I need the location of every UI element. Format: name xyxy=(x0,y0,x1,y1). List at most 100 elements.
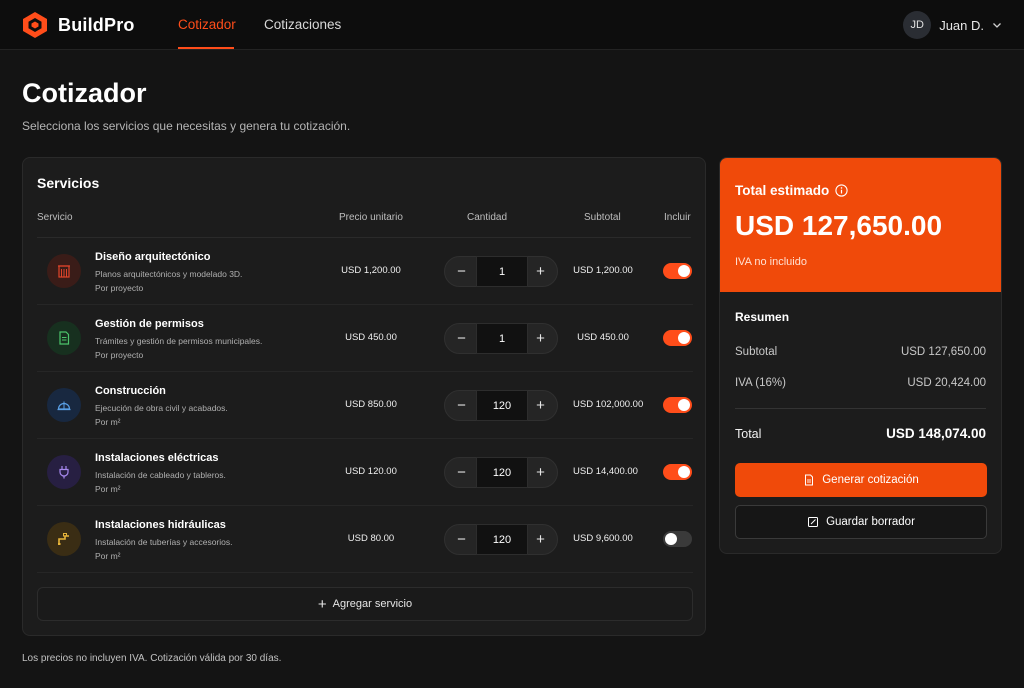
service-icon xyxy=(47,388,81,422)
quantity-stepper: −+ xyxy=(444,457,558,488)
quantity-stepper: −+ xyxy=(444,256,558,287)
quantity-input[interactable] xyxy=(476,390,528,421)
unit-price: USD 1,200.00 xyxy=(341,265,401,276)
services-title: Servicios xyxy=(37,175,100,191)
generate-quote-button[interactable]: Generar cotización xyxy=(735,463,987,497)
service-icon xyxy=(47,455,81,489)
chevron-down-icon xyxy=(993,23,1001,28)
tax-note: IVA no incluido xyxy=(735,256,807,268)
page-subtitle: Selecciona los servicios que necesitas y… xyxy=(22,119,351,133)
total-banner: Total estimado USD 127,650.00 IVA no inc… xyxy=(720,158,1001,292)
service-unit: Por m² xyxy=(95,417,121,427)
brand[interactable]: BuildPro xyxy=(22,11,135,39)
service-icon xyxy=(47,522,81,556)
decrement-button[interactable]: − xyxy=(446,391,477,420)
tab-cotizador[interactable]: Cotizador xyxy=(178,17,236,32)
brand-name: BuildPro xyxy=(58,14,135,35)
include-toggle[interactable] xyxy=(663,397,692,413)
summary-tax-value: USD 20,424.00 xyxy=(907,377,986,389)
quantity-stepper: −+ xyxy=(444,390,558,421)
active-tab-indicator xyxy=(178,47,234,49)
toggle-knob xyxy=(678,332,690,344)
user-menu[interactable]: JD Juan D. xyxy=(903,11,1002,39)
summary-subtotal-value: USD 127,650.00 xyxy=(900,346,986,358)
unit-price: USD 120.00 xyxy=(345,466,397,477)
summary-tax-label: IVA (16%) xyxy=(735,377,786,389)
quantity-input[interactable] xyxy=(476,457,528,488)
quantity-input[interactable] xyxy=(476,524,528,555)
tab-cotizaciones[interactable]: Cotizaciones xyxy=(264,17,341,32)
row-subtotal: USD 14,400.00 xyxy=(573,466,638,477)
toggle-knob xyxy=(678,466,690,478)
column-header-unit-price: Precio unitario xyxy=(339,212,403,223)
increment-button[interactable]: + xyxy=(525,525,556,554)
service-description: Planos arquitectónicos y modelado 3D. xyxy=(95,269,243,279)
grand-total-label: Total xyxy=(735,427,762,441)
decrement-button[interactable]: − xyxy=(446,324,477,353)
service-row: Instalaciones eléctricas Instalación de c… xyxy=(37,439,693,506)
service-unit: Por m² xyxy=(95,484,121,494)
buildpro-logo-icon xyxy=(23,12,47,38)
summary-divider xyxy=(735,408,986,409)
info-icon[interactable] xyxy=(835,184,848,197)
plug-icon xyxy=(59,466,69,479)
row-subtotal: USD 1,200.00 xyxy=(573,265,633,276)
include-toggle[interactable] xyxy=(663,330,692,346)
decrement-button[interactable]: − xyxy=(446,458,477,487)
column-header-service: Servicio xyxy=(37,212,73,223)
service-unit: Por proyecto xyxy=(95,283,144,293)
building-icon xyxy=(58,265,70,278)
quantity-stepper: −+ xyxy=(444,524,558,555)
plus-icon: + xyxy=(317,595,327,613)
quantity-stepper: −+ xyxy=(444,323,558,354)
service-name: Construcción xyxy=(95,385,166,397)
service-icon xyxy=(47,254,81,288)
service-description: Ejecución de obra civil y acabados. xyxy=(95,403,228,413)
unit-price: USD 450.00 xyxy=(345,332,397,343)
include-toggle[interactable] xyxy=(663,464,692,480)
edit-icon xyxy=(808,517,819,527)
save-draft-button[interactable]: Guardar borrador xyxy=(735,505,987,539)
total-estimated-amount: USD 127,650.00 xyxy=(735,210,943,241)
column-header-subtotal: Subtotal xyxy=(584,212,621,223)
page-title: Cotizador xyxy=(22,78,147,108)
user-name: Juan D. xyxy=(939,17,984,33)
file-icon xyxy=(805,474,814,486)
total-estimated-text: Total estimado xyxy=(735,183,830,198)
service-name: Diseño arquitectónico xyxy=(95,251,211,263)
row-subtotal: USD 102,000.00 xyxy=(573,399,644,410)
toggle-knob xyxy=(665,533,677,545)
grand-total-value: USD 148,074.00 xyxy=(886,426,986,441)
service-description: Instalación de cableado y tableros. xyxy=(95,470,226,480)
summary-subtotal-label: Subtotal xyxy=(735,346,778,358)
increment-button[interactable]: + xyxy=(525,391,556,420)
service-row: Instalaciones hidráulicas Instalación de … xyxy=(37,506,693,573)
helmet-icon xyxy=(57,401,71,411)
service-name: Instalaciones hidráulicas xyxy=(95,519,226,531)
decrement-button[interactable]: − xyxy=(446,525,477,554)
increment-button[interactable]: + xyxy=(525,257,556,286)
total-estimated-label: Total estimado xyxy=(735,183,848,198)
add-service-button[interactable]: + Agregar servicio xyxy=(37,587,693,621)
increment-button[interactable]: + xyxy=(525,458,556,487)
row-subtotal: USD 9,600.00 xyxy=(573,533,633,544)
quantity-input[interactable] xyxy=(476,323,528,354)
save-draft-label: Guardar borrador xyxy=(826,516,915,528)
avatar: JD xyxy=(903,11,932,39)
add-service-label: Agregar servicio xyxy=(332,598,413,610)
services-card: Servicios Servicio Precio unitario Canti… xyxy=(22,157,706,636)
service-name: Instalaciones eléctricas xyxy=(95,452,219,464)
include-toggle[interactable] xyxy=(663,263,692,279)
generate-quote-label: Generar cotización xyxy=(822,474,919,486)
service-row: Gestión de permisos Trámites y gestión de… xyxy=(37,305,693,372)
decrement-button[interactable]: − xyxy=(446,257,477,286)
summary-card: Total estimado USD 127,650.00 IVA no inc… xyxy=(719,157,1002,554)
include-toggle[interactable] xyxy=(663,531,692,547)
toggle-knob xyxy=(678,399,690,411)
unit-price: USD 850.00 xyxy=(345,399,397,410)
document-icon xyxy=(59,331,70,345)
quantity-input[interactable] xyxy=(476,256,528,287)
increment-button[interactable]: + xyxy=(525,324,556,353)
footnote: Los precios no incluyen IVA. Cotización … xyxy=(22,653,282,664)
pipe-icon xyxy=(58,533,69,545)
